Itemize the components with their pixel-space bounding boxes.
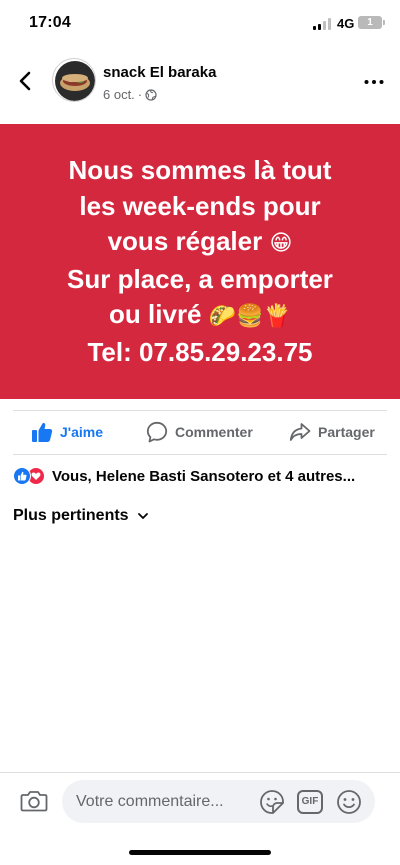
post-line: Sur place, a emporter [67,262,333,298]
avatar-food-image [55,61,95,101]
comment-sort-dropdown[interactable]: Plus pertinents [13,505,149,527]
battery-tip [383,20,385,25]
comment-button[interactable]: Commenter [146,411,253,453]
composer-divider [0,772,400,773]
battery-level: 1 [367,17,373,28]
status-bar: 17:04 4G 1 [0,0,400,48]
back-button[interactable] [14,69,38,93]
camera-button[interactable] [20,788,48,814]
post-line-text: les week-ends pour [79,190,321,221]
author-name[interactable]: snack El baraka [103,64,216,81]
network-type: 4G [337,16,355,31]
food-emojis: 🌮🍔🍟 [208,304,291,329]
cellular-signal-icon [313,18,331,30]
like-label: J'aime [60,424,104,440]
share-label: Partager [318,424,375,440]
post-date[interactable]: 6 oct. [103,87,135,102]
post-line: les week-ends pour [79,189,320,225]
divider [13,454,387,455]
post-line: Nous sommes là tout [69,153,332,189]
emoji-button[interactable] [336,789,362,815]
sort-label: Plus pertinents [13,507,129,524]
reactions-summary[interactable]: Vous, Helene Basti Sansotero et 4 autres… [13,463,388,489]
phone-number[interactable]: Tel: 07.85.29.23.75 [87,337,312,367]
thumbs-up-icon [32,423,53,442]
meta-separator: · [137,87,143,102]
battery-icon: 1 [358,16,382,29]
reactions-text: Vous, Helene Basti Sansotero et 4 autres… [52,467,356,485]
post-text-banner: Nous sommes là tout les week-ends pour v… [0,124,400,399]
comment-label: Commenter [175,424,253,440]
emoji-smile-icon [337,790,361,814]
comment-bubble-icon [146,421,168,443]
post-line-text: Nous sommes là tout [68,155,332,185]
post-line-text: ou livré [109,299,202,329]
status-time: 17:04 [29,14,71,31]
sticker-button[interactable] [259,789,285,815]
post-line-text: Sur place, a emporter [67,263,333,294]
grin-emoji: 😁 [269,231,293,256]
post-line: Tel: 07.85.29.23.75 [87,335,312,371]
home-indicator[interactable] [129,850,271,855]
share-button[interactable]: Partager [289,411,375,453]
globe-icon [145,89,157,101]
share-arrow-icon [289,423,311,441]
post-meta: 6 oct. · [103,87,157,102]
sticker-icon [260,790,284,814]
post-line: ou livré 🌮🍔🍟 [109,297,291,335]
camera-icon [20,791,48,812]
more-horizontal-icon [364,80,384,84]
post-header: snack El baraka 6 oct. · [0,52,400,112]
avatar[interactable] [52,58,96,102]
gif-button[interactable]: GIF [297,790,323,814]
comment-input[interactable] [76,780,256,823]
comment-composer: GIF [62,780,375,823]
chevron-left-icon [19,71,31,91]
like-reaction-icon [13,467,31,485]
post-line: vous régaler 😁 [108,224,293,262]
reaction-icons [13,466,49,486]
gif-label: GIF [301,796,319,807]
more-options-button[interactable] [362,70,386,94]
post-screen: 17:04 4G 1 snack El baraka 6 oct. · Nous… [0,0,400,865]
like-button[interactable]: J'aime [31,411,103,453]
chevron-down-icon [137,513,148,519]
post-line-text: vous régaler [107,226,263,256]
